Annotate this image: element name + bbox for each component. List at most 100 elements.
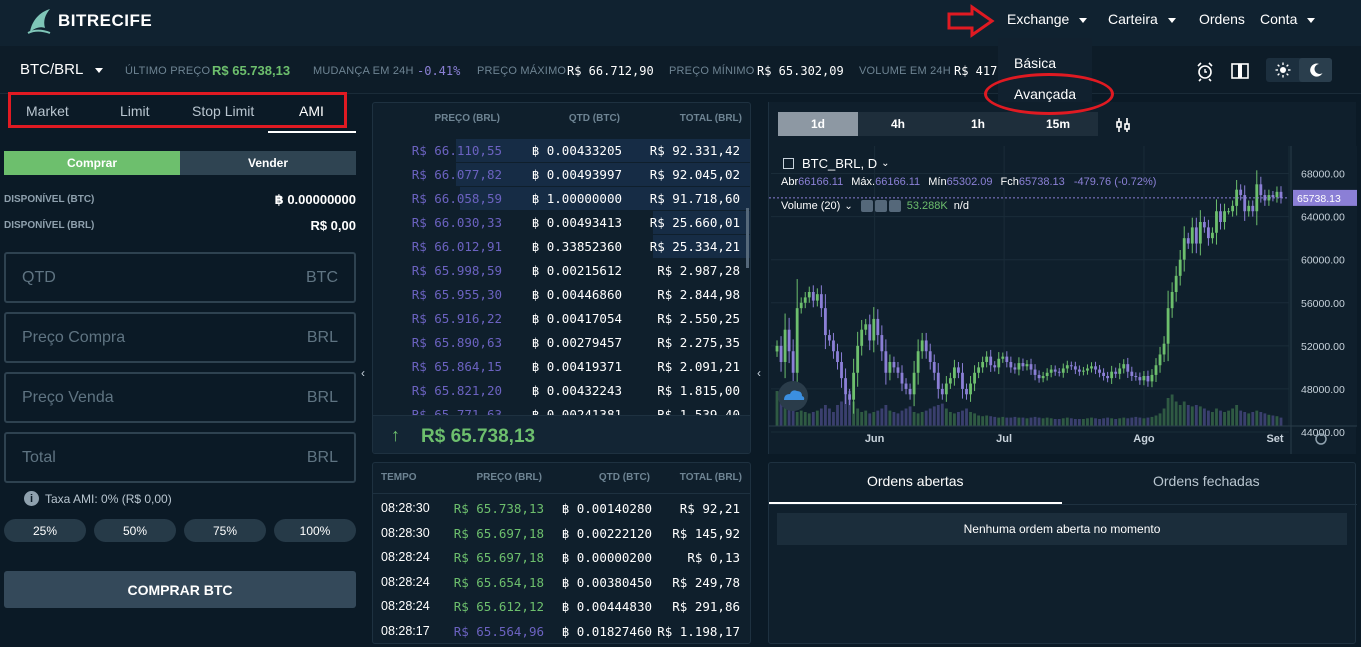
volume-bar — [1065, 417, 1069, 426]
orderbook-row[interactable]: R$ 65.916,22 ฿ 0.00417054 R$ 2.550,25 — [373, 307, 750, 331]
chart-symbol-title[interactable]: BTC_BRL, D ⌄ — [783, 156, 890, 171]
candlestick-chart[interactable]: 68000.00 64000.00 60000.00 56000.00 52000.00… — [769, 146, 1357, 454]
volume-bar — [961, 410, 964, 426]
volume-bar — [1005, 417, 1009, 426]
top-navigation: BITRECIFE Exchange Carteira Ordens Conta — [0, 0, 1361, 46]
orderbook-row[interactable]: R$ 66.110,55 ฿ 0.00433205 R$ 92.331,42 — [373, 139, 750, 163]
menu-item-basica[interactable]: Básica — [1014, 55, 1056, 71]
percent-50-button[interactable]: 50% — [94, 519, 176, 542]
total-input[interactable] — [6, 434, 354, 481]
orderbook-row[interactable]: R$ 66.077,82 ฿ 0.00493997 R$ 92.045,02 — [373, 163, 750, 187]
candle-body — [953, 367, 956, 379]
volume-value: 53.288K — [906, 200, 948, 212]
volume-bar — [1182, 401, 1186, 426]
orderbook-row[interactable]: R$ 66.058,59 ฿ 1.00000000 R$ 91.718,60 — [373, 187, 750, 211]
light-theme-option[interactable] — [1266, 58, 1299, 82]
price-chart-panel: 1d 4h 1h 15m 68000.00 64000.00 60000.00 560… — [768, 102, 1357, 454]
candle-body — [860, 329, 864, 346]
quantity-field[interactable]: BTC — [4, 252, 356, 303]
candle-body — [1069, 365, 1073, 367]
orderbook-row[interactable]: R$ 65.998,59 ฿ 0.00215612 R$ 2.987,28 — [373, 259, 750, 283]
interval-4h-button[interactable]: 4h — [858, 112, 938, 136]
brand-logo[interactable]: BITRECIFE — [26, 6, 152, 36]
orderbook-total: R$ 92.331,42 — [649, 143, 740, 158]
sell-side-button[interactable]: Vender — [180, 151, 356, 175]
dark-theme-option[interactable] — [1299, 58, 1332, 82]
candle-body — [981, 362, 985, 368]
volume-bar — [1198, 406, 1202, 426]
indicators-icon[interactable] — [1114, 116, 1132, 134]
volume-bar — [823, 405, 827, 426]
collapse-square-icon[interactable] — [783, 158, 794, 169]
volume-bar — [912, 412, 916, 426]
x-tick-label: Ago — [1133, 433, 1155, 445]
buy-btc-submit-button[interactable]: COMPRAR BTC — [4, 571, 356, 608]
orderbook-qty-header: QTD (BTC) — [568, 113, 620, 124]
sell-price-field[interactable]: BRL — [4, 372, 356, 423]
orderbook-row[interactable]: R$ 65.821,20 ฿ 0.00432243 R$ 1.815,00 — [373, 379, 750, 403]
percent-75-button[interactable]: 75% — [184, 519, 266, 542]
quantity-input[interactable] — [6, 254, 354, 301]
orderbook-row[interactable]: R$ 65.864,15 ฿ 0.00419371 R$ 2.091,21 — [373, 355, 750, 379]
orderbook-row[interactable]: R$ 66.012,91 ฿ 0.33852360 R$ 25.334,21 — [373, 235, 750, 259]
layout-columns-icon[interactable] — [1229, 60, 1251, 82]
orderbook-scrollbar[interactable] — [746, 208, 749, 268]
info-icon[interactable]: i — [24, 491, 39, 506]
candle-body — [1102, 372, 1105, 376]
nav-ordens[interactable]: Ordens — [1199, 11, 1245, 27]
volume-bar — [1211, 412, 1214, 426]
candle-body — [832, 340, 835, 352]
orderbook-row[interactable]: R$ 65.955,30 ฿ 0.00446860 R$ 2.844,98 — [373, 283, 750, 307]
buy-price-field[interactable]: BRL — [4, 312, 356, 363]
orderbook-row[interactable]: R$ 65.890,63 ฿ 0.00279457 R$ 2.275,35 — [373, 331, 750, 355]
candle-body — [1090, 366, 1093, 369]
interval-1h-button[interactable]: 1h — [938, 112, 1018, 136]
percent-100-button[interactable]: 100% — [274, 519, 356, 542]
tab-open-orders[interactable]: Ordens abertas — [867, 473, 964, 489]
candle-body — [844, 378, 847, 395]
interval-15m-button[interactable]: 15m — [1018, 112, 1098, 136]
interval-1d-button[interactable]: 1d — [778, 112, 858, 136]
chevron-left-icon[interactable]: ‹ — [361, 366, 371, 380]
volume-bar — [1033, 416, 1037, 426]
volume-bar — [1122, 417, 1126, 426]
close-value: 65738.13 — [1018, 176, 1065, 188]
pair-selector[interactable]: BTC/BRL — [20, 61, 104, 78]
percent-25-button[interactable]: 25% — [4, 519, 86, 542]
tab-closed-orders[interactable]: Ordens fechadas — [1153, 473, 1260, 489]
candle-body — [828, 335, 831, 341]
buy-side-button[interactable]: Comprar — [4, 151, 180, 175]
orderbook-total: R$ 91.718,60 — [649, 191, 740, 206]
candle-body — [1211, 232, 1214, 239]
nav-carteira[interactable]: Carteira — [1108, 11, 1176, 27]
chart-canvas[interactable]: 68000.00 64000.00 60000.00 56000.00 52000.00… — [769, 146, 1357, 454]
available-brl-value: R$ 0,00 — [310, 218, 356, 233]
candle-body — [1134, 376, 1138, 378]
candle-body — [1207, 227, 1210, 239]
theme-toggle[interactable] — [1266, 58, 1332, 82]
chevron-down-icon — [1307, 17, 1316, 23]
moon-icon — [1309, 63, 1322, 77]
chevron-left-icon[interactable]: ‹ — [757, 366, 767, 380]
nav-exchange[interactable]: Exchange — [1007, 11, 1088, 27]
volume-bar — [1150, 416, 1154, 426]
alarm-clock-icon[interactable] — [1194, 60, 1216, 82]
orderbook-price: R$ 65.998,59 — [411, 263, 502, 278]
total-field[interactable]: BRL — [4, 432, 356, 483]
eye-icon[interactable] — [860, 200, 873, 212]
volume-bar — [815, 410, 819, 426]
gear-icon[interactable] — [874, 200, 887, 212]
candle-body — [1013, 367, 1017, 370]
sell-price-input[interactable] — [6, 374, 354, 421]
volume-bar — [1009, 417, 1013, 426]
trade-qty: ฿ 0.00444830 — [561, 599, 652, 614]
close-icon[interactable] — [888, 200, 901, 212]
buy-price-input[interactable] — [6, 314, 354, 361]
nav-conta[interactable]: Conta — [1260, 11, 1316, 27]
candle-body — [1227, 211, 1230, 213]
candle-body — [1154, 365, 1158, 375]
candle-body — [880, 335, 884, 352]
orderbook-row[interactable]: R$ 66.030,33 ฿ 0.00493413 R$ 25.660,01 — [373, 211, 750, 235]
candle-body — [936, 372, 940, 389]
trade-time: 08:28:30 — [381, 525, 430, 540]
